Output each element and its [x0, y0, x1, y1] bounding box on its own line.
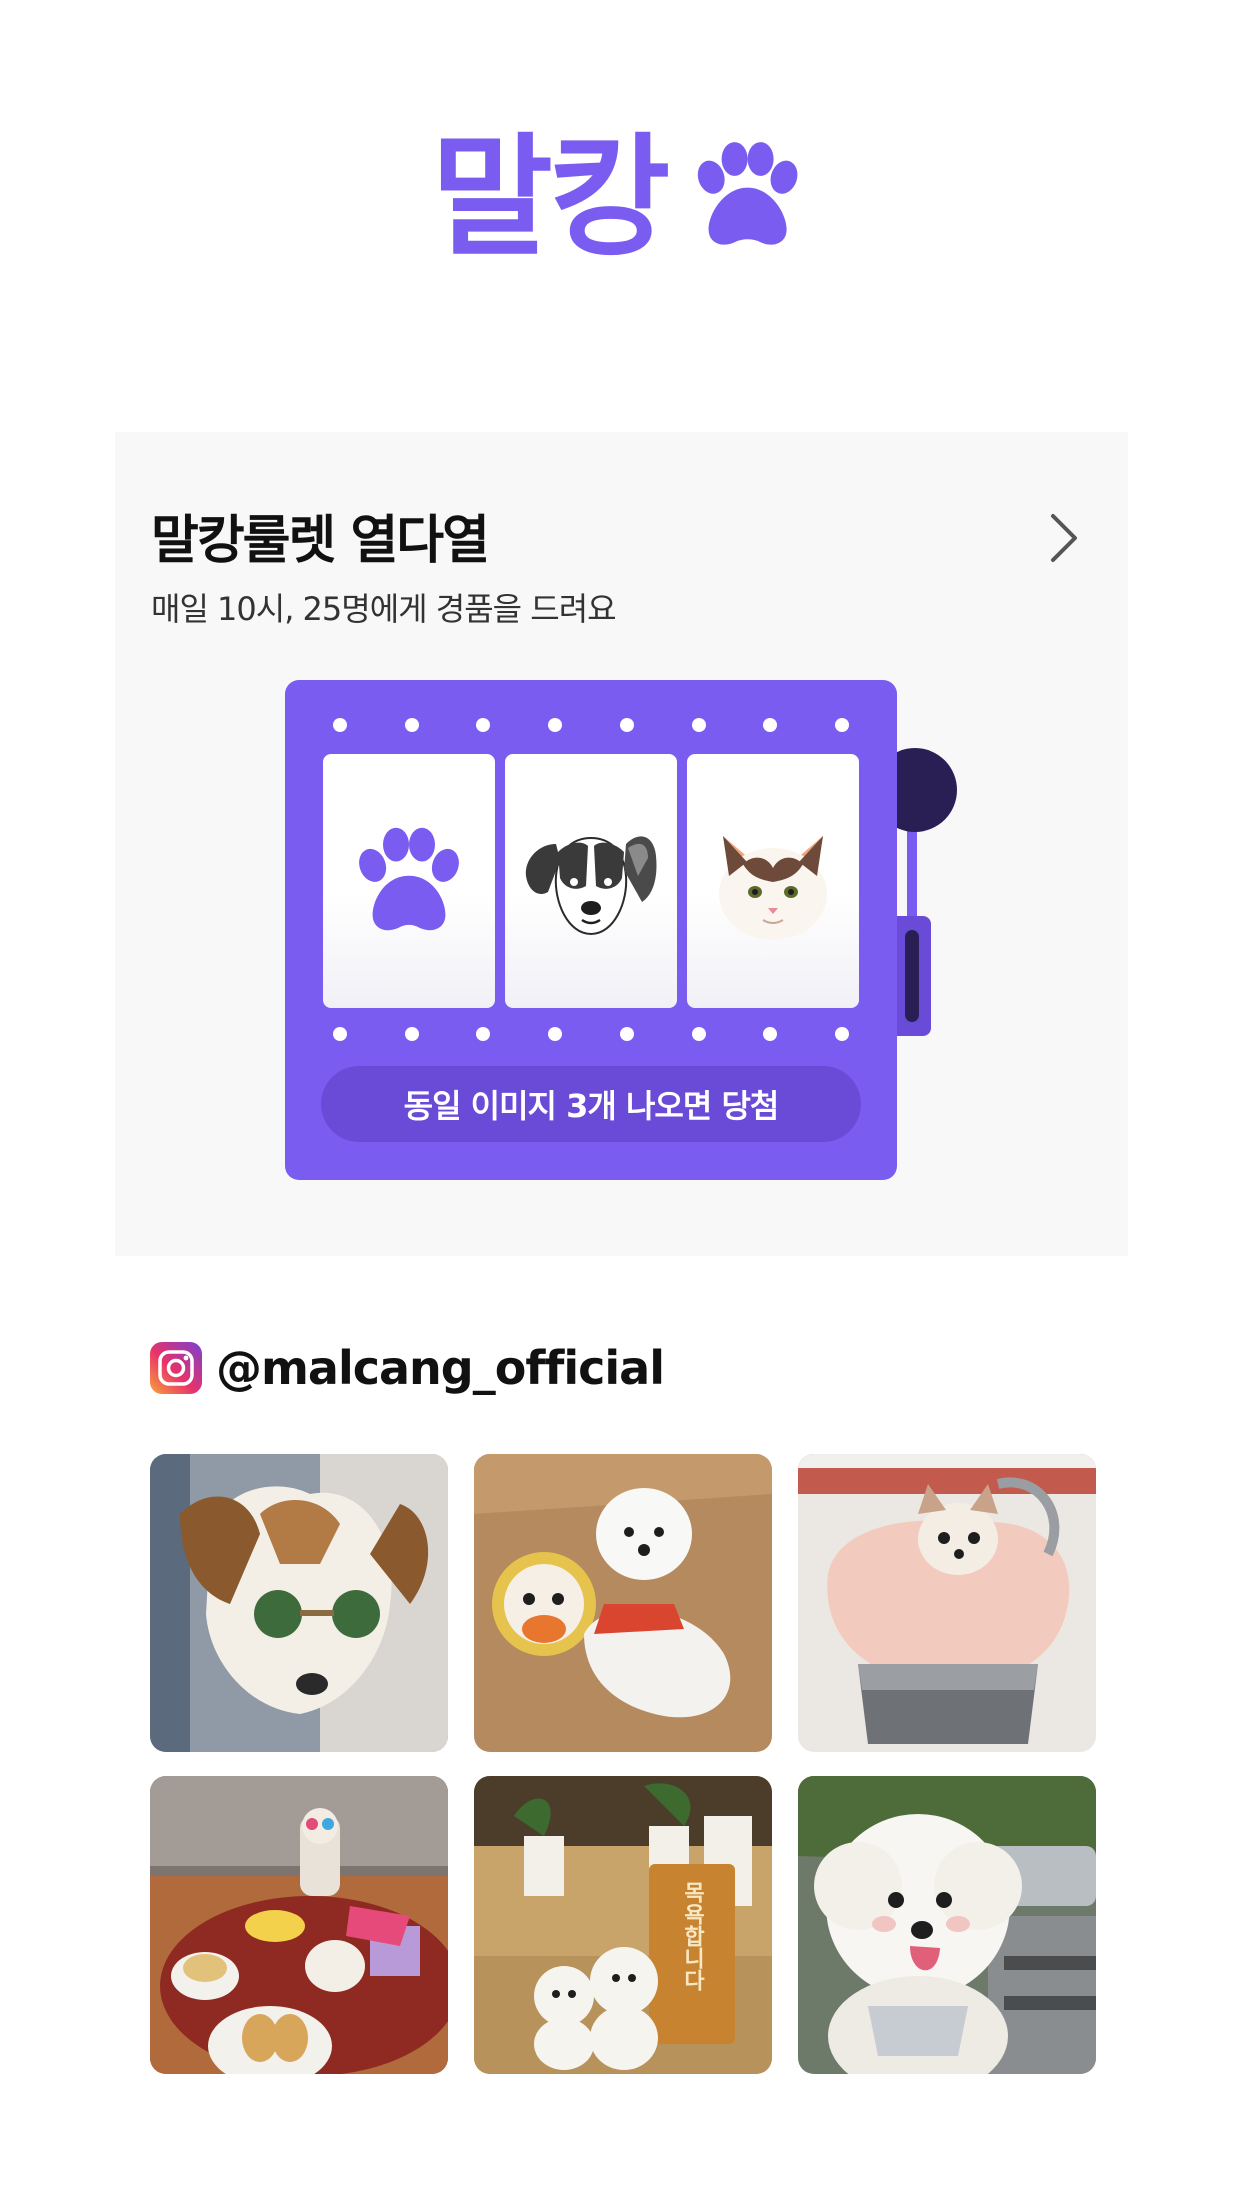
sign-text: 목욕합니다: [680, 1881, 705, 1991]
dog-with-sunglasses-photo[interactable]: [150, 1454, 448, 1752]
fluffy-poodle-photo[interactable]: [798, 1776, 1096, 2074]
reel-2: [505, 754, 677, 1008]
slot-caption: 동일 이미지 3개 나오면 당첨: [321, 1066, 861, 1142]
instagram-header[interactable]: @malcang_official: [150, 1338, 665, 1398]
reel-1: [323, 754, 495, 1008]
instagram-icon: [150, 1342, 202, 1394]
two-poodles-shop-sign-photo[interactable]: 목욕합니다: [474, 1776, 772, 2074]
light-dots-top: [333, 718, 849, 732]
app-logo: 말캉: [0, 118, 1242, 278]
roulette-card[interactable]: 말캉룰렛 열다열 매일 10시, 25명에게 경품을 드려요 동일 이미지 3개…: [115, 432, 1128, 1256]
puppy-with-plush-toy-photo[interactable]: [474, 1454, 772, 1752]
slot-machine: 동일 이미지 3개 나오면 당첨: [285, 680, 957, 1180]
chevron-right-icon[interactable]: [1039, 508, 1089, 568]
lever-slot: [905, 930, 919, 1022]
roulette-title: 말캉룰렛 열다열: [151, 511, 490, 571]
birthday-table-photo[interactable]: [150, 1776, 448, 2074]
roulette-subtitle: 매일 10시, 25명에게 경품을 드려요: [151, 590, 617, 628]
paw-icon: [344, 816, 474, 946]
logo-text: 말캉: [431, 121, 671, 275]
dog-in-pink-bag-photo[interactable]: [798, 1454, 1096, 1752]
cat-icon: [703, 816, 843, 946]
slot-machine-body: 동일 이미지 3개 나오면 당첨: [285, 680, 897, 1180]
instagram-handle[interactable]: @malcang_official: [216, 1341, 665, 1395]
paw-icon: [680, 133, 810, 263]
dog-icon: [516, 816, 666, 946]
light-dots-bottom: [333, 1027, 849, 1041]
reel-3: [687, 754, 859, 1008]
instagram-photo-grid: 목욕합니다: [150, 1454, 1096, 2074]
